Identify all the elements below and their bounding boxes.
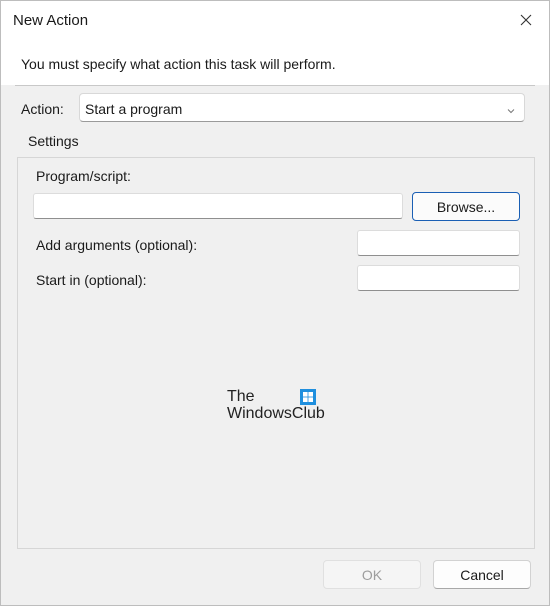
action-selected-value: Start a program [85, 101, 183, 117]
title-bar: New Action [1, 1, 549, 41]
start-in-input[interactable] [357, 265, 520, 291]
action-label: Action: [21, 101, 64, 117]
window-title: New Action [13, 12, 89, 29]
windows-logo-icon [300, 389, 316, 405]
ok-button[interactable]: OK [323, 560, 421, 589]
divider [15, 85, 535, 86]
start-in-label: Start in (optional): [36, 272, 147, 288]
arguments-input[interactable] [357, 230, 520, 256]
watermark-line2: WindowsClub [227, 405, 325, 422]
cancel-button[interactable]: Cancel [433, 560, 531, 589]
message-area: You must specify what action this task w… [1, 41, 549, 85]
close-button[interactable] [503, 1, 549, 41]
close-icon [520, 13, 532, 29]
new-action-dialog: New Action You must specify what action … [0, 0, 550, 606]
program-script-label: Program/script: [36, 168, 131, 184]
program-script-input[interactable] [33, 193, 403, 219]
action-dropdown[interactable]: Start a program [79, 93, 525, 122]
instruction-text: You must specify what action this task w… [21, 56, 336, 72]
settings-group-label: Settings [28, 133, 79, 149]
browse-button[interactable]: Browse... [412, 192, 520, 221]
chevron-down-icon [506, 103, 516, 114]
arguments-label: Add arguments (optional): [36, 237, 198, 253]
